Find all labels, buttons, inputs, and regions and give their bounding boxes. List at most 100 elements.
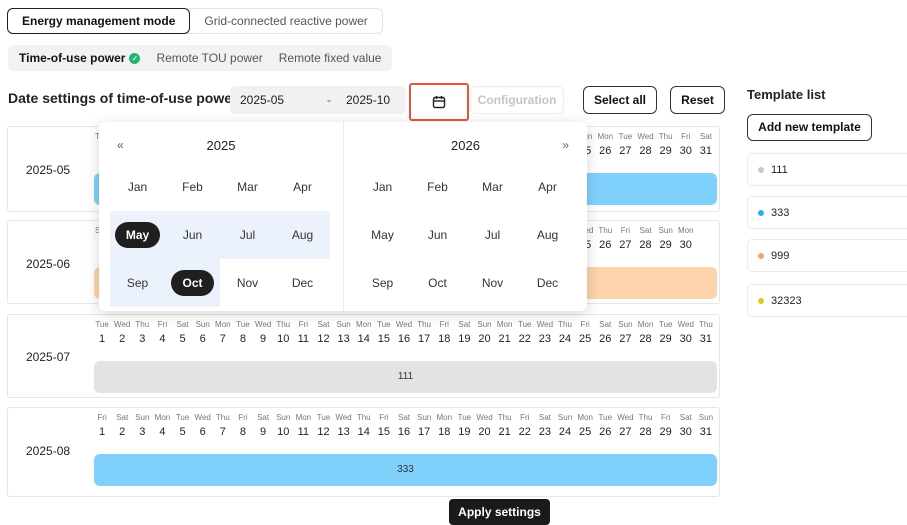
month-label: Mar bbox=[237, 180, 258, 194]
day-number: 28 bbox=[639, 145, 652, 157]
month-cell-sep[interactable]: Sep bbox=[355, 259, 410, 307]
date-range-input[interactable]: 2025-05 - 2025-10 bbox=[230, 86, 406, 114]
weekday-label: Tue bbox=[598, 413, 613, 422]
template-item[interactable]: 333 bbox=[747, 196, 907, 229]
day-number: 8 bbox=[239, 426, 247, 438]
month-label: Dec bbox=[536, 276, 559, 290]
weekday-label: Tue bbox=[175, 413, 190, 422]
day-cell: Sun 29 bbox=[656, 225, 676, 251]
weekday-label: Fri bbox=[661, 413, 671, 422]
month-cell-jun[interactable]: Jun bbox=[410, 211, 465, 259]
day-number: 2 bbox=[119, 426, 126, 438]
day-number: 20 bbox=[478, 333, 491, 345]
tab-label: Time-of-use power bbox=[19, 51, 126, 65]
weekday-label: Tue bbox=[95, 320, 109, 329]
day-cell: Sat 23 bbox=[535, 412, 555, 438]
month-label: 2025-05 bbox=[26, 163, 71, 177]
tab-remote-tou-power[interactable]: Remote TOU power bbox=[148, 45, 270, 71]
day-cell: Sat 5 bbox=[173, 319, 193, 345]
weekday-label: Mon bbox=[678, 226, 694, 235]
day-cell: Thu 31 bbox=[696, 319, 716, 345]
month-cell-oct[interactable]: Oct bbox=[165, 259, 220, 307]
tab-remote-fixed-value[interactable]: Remote fixed value bbox=[271, 45, 390, 71]
weekday-label: Fri bbox=[157, 320, 168, 329]
month-cell-apr[interactable]: Apr bbox=[275, 163, 330, 211]
month-cell-jul[interactable]: Jul bbox=[220, 211, 275, 259]
tab-time-of-use-power[interactable]: Time-of-use power ✓ bbox=[11, 45, 148, 71]
day-cell: Fri 8 bbox=[233, 412, 253, 438]
day-cell: Sat 12 bbox=[313, 319, 333, 345]
select-all-button[interactable]: Select all bbox=[583, 86, 657, 114]
day-cell: Sat 16 bbox=[394, 412, 414, 438]
month-label: 2025-07 bbox=[26, 350, 71, 364]
month-card-2025-07: Tue 1 Wed 2 Thu 3 Fri 4 Sat 5 Sun 6 Mon 7 Tue 8 Wed 9 Thu 1… bbox=[7, 314, 720, 398]
template-item[interactable]: 32323 bbox=[747, 284, 907, 317]
day-number: 16 bbox=[397, 426, 411, 438]
weekday-label: Sat bbox=[538, 413, 551, 422]
weekday-label: Sat bbox=[599, 320, 612, 329]
weekday-label: Sun bbox=[658, 226, 673, 235]
month-label: Feb bbox=[182, 180, 203, 194]
month-cell-jan[interactable]: Jan bbox=[355, 163, 410, 211]
month-cell-jun[interactable]: Jun bbox=[165, 211, 220, 259]
range-end-value[interactable]: 2025-10 bbox=[346, 93, 390, 107]
month-cell-oct[interactable]: Oct bbox=[410, 259, 465, 307]
tab-grid-connected-reactive-power[interactable]: Grid-connected reactive power bbox=[190, 9, 381, 33]
add-new-template-button[interactable]: Add new template bbox=[747, 114, 872, 141]
template-color-dot bbox=[758, 166, 764, 173]
month-cell-dec[interactable]: Dec bbox=[275, 259, 330, 307]
day-cell: Tue 27 bbox=[615, 131, 635, 157]
month-label: Apr bbox=[538, 180, 557, 194]
month-cell-aug[interactable]: Aug bbox=[275, 211, 330, 259]
day-number: 3 bbox=[139, 426, 146, 438]
template-bar[interactable]: 333 bbox=[94, 454, 717, 486]
month-cell-apr[interactable]: Apr bbox=[520, 163, 575, 211]
apply-settings-button[interactable]: Apply settings bbox=[449, 499, 550, 525]
weekday-label: Tue bbox=[316, 413, 331, 422]
month-cell-feb[interactable]: Feb bbox=[410, 163, 465, 211]
template-item[interactable]: 111 bbox=[747, 153, 907, 186]
weekday-label: Thu bbox=[598, 226, 613, 235]
day-cell: Sat 31 bbox=[696, 131, 716, 157]
month-cell-mar[interactable]: Mar bbox=[465, 163, 520, 211]
day-cell: Wed 30 bbox=[676, 319, 696, 345]
day-number: 23 bbox=[538, 426, 552, 438]
month-cell-sep[interactable]: Sep bbox=[110, 259, 165, 307]
day-number: 22 bbox=[518, 426, 531, 438]
month-cell-dec[interactable]: Dec bbox=[520, 259, 575, 307]
month-cell-mar[interactable]: Mar bbox=[220, 163, 275, 211]
weekday-label: Fri bbox=[620, 226, 631, 235]
date-settings-title: Date settings of time-of-use power bbox=[8, 90, 238, 106]
month-cell-feb[interactable]: Feb bbox=[165, 163, 220, 211]
month-cell-may[interactable]: May bbox=[110, 211, 165, 259]
next-year-icon[interactable]: » bbox=[562, 138, 569, 152]
month-cell-nov[interactable]: Nov bbox=[220, 259, 275, 307]
tab-energy-management-mode[interactable]: Energy management mode bbox=[7, 8, 191, 34]
month-cell-nov[interactable]: Nov bbox=[465, 259, 520, 307]
day-cell: Fri 27 bbox=[615, 225, 635, 251]
month-cell-may[interactable]: May bbox=[355, 211, 410, 259]
month-cell-jul[interactable]: Jul bbox=[465, 211, 520, 259]
configuration-button[interactable]: Configuration bbox=[470, 86, 564, 114]
range-start-value[interactable]: 2025-05 bbox=[240, 93, 284, 107]
weekday-label: Fri bbox=[580, 320, 590, 329]
month-cell-jan[interactable]: Jan bbox=[110, 163, 165, 211]
month-grid-right: Jan Feb Mar Apr May Jun Jul Aug Sep Oct Nov Dec bbox=[355, 163, 575, 307]
reset-button[interactable]: Reset bbox=[670, 86, 725, 114]
weekday-label: Wed bbox=[677, 320, 694, 329]
day-cell: Sun 6 bbox=[193, 319, 213, 345]
day-number: 31 bbox=[699, 426, 713, 438]
template-item[interactable]: 999 bbox=[747, 239, 907, 272]
weekday-label: Sat bbox=[116, 413, 129, 422]
check-circle-icon: ✓ bbox=[129, 52, 141, 64]
weekday-label: Thu bbox=[135, 320, 150, 329]
month-label: Apr bbox=[293, 180, 312, 194]
day-cell: Sun 10 bbox=[273, 412, 293, 438]
template-bar[interactable]: 111 bbox=[94, 361, 717, 393]
calendar-button[interactable] bbox=[409, 83, 469, 121]
day-number: 14 bbox=[357, 426, 370, 438]
month-cell-aug[interactable]: Aug bbox=[520, 211, 575, 259]
day-cell: Sun 24 bbox=[555, 412, 575, 438]
day-number: 27 bbox=[619, 145, 632, 157]
weekday-label: Wed bbox=[194, 413, 211, 422]
